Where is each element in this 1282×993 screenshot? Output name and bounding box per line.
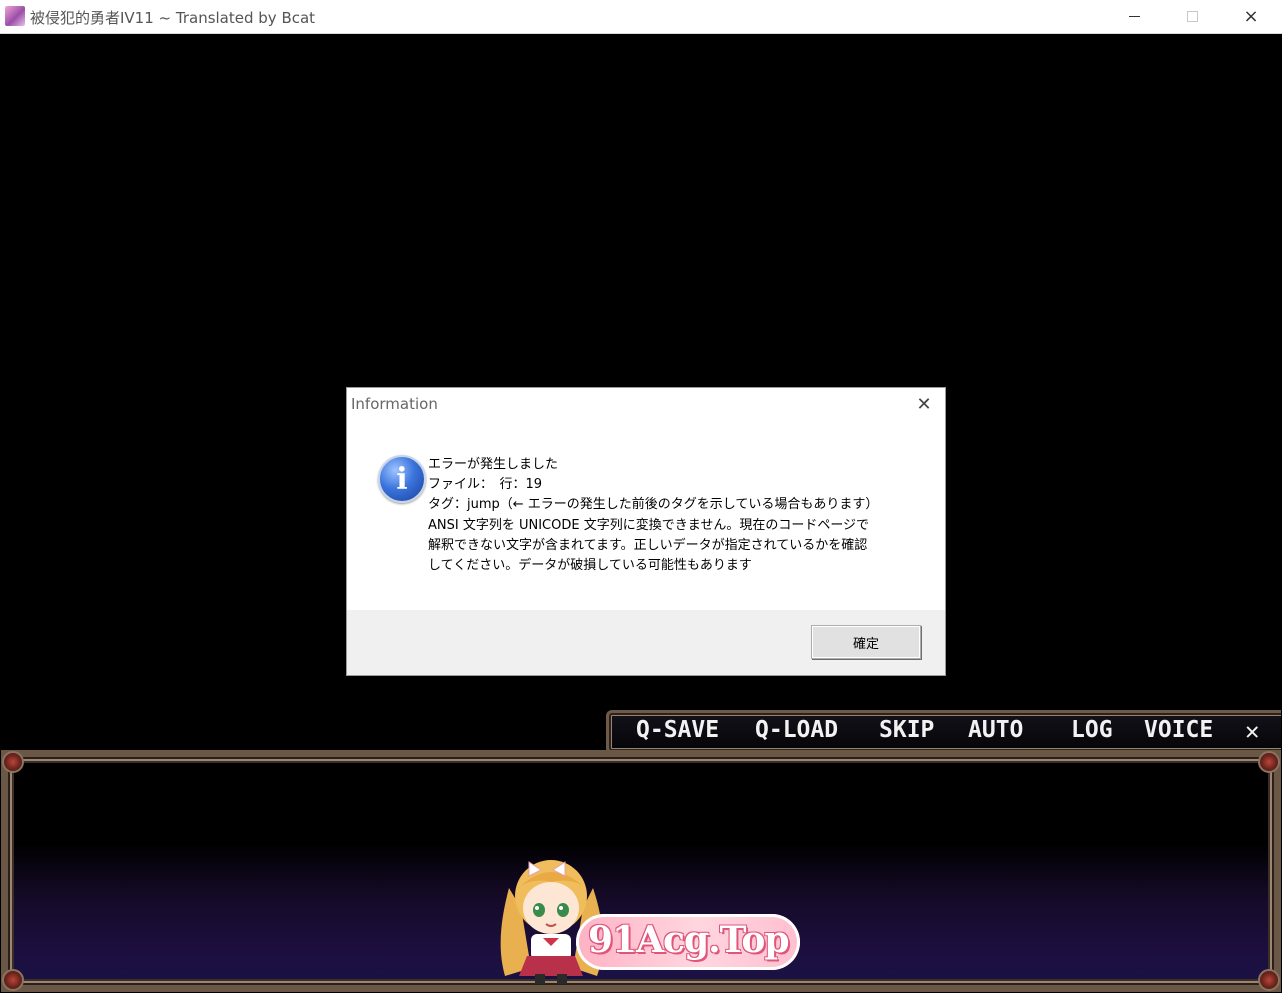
message-line: タグ：jump（← エラーの発生した前後のタグを示している場合もあります） [428, 497, 879, 513]
window-close-button[interactable]: × [1222, 0, 1280, 33]
dialog-title: Information [351, 395, 438, 413]
app-icon [5, 6, 25, 26]
quick-save-button[interactable]: Q-SAVE [636, 717, 719, 743]
dialog-message: エラーが発生しました ファイル： 行：19 タグ：jump（← エラーの発生した… [428, 455, 928, 576]
message-line: ANSI 文字列を UNICODE 文字列に変換できません。現在のコードページで [428, 517, 870, 533]
minimize-button[interactable] [1105, 0, 1163, 33]
minimize-icon [1128, 16, 1140, 17]
message-line: してください。データが破損している可能性もあります [428, 558, 752, 574]
message-line: エラーが発生しました [428, 457, 559, 472]
watermark-text: 91Acg.Top [588, 919, 789, 961]
watermark-badge: 91Acg.Top [576, 914, 800, 970]
log-button[interactable]: LOG [1071, 717, 1113, 743]
auto-button[interactable]: AUTO [968, 717, 1023, 743]
hide-menu-close-icon[interactable]: ✕ [1245, 717, 1259, 745]
maximize-icon [1186, 11, 1198, 22]
message-line: ファイル： 行：19 [428, 477, 543, 493]
frame-corner-ornament [1258, 969, 1280, 991]
dialog-footer: 確定 [347, 610, 945, 675]
quick-load-button[interactable]: Q-LOAD [755, 717, 838, 743]
voice-button[interactable]: VOICE [1144, 717, 1213, 743]
window-titlebar: 被侵犯的勇者IV11 ~ Translated by Bcat × [0, 0, 1282, 34]
message-line: 解釈できない文字が含まれてます。正しいデータが指定されているかを確認 [428, 537, 868, 553]
information-dialog: Information ✕ i エラーが発生しました ファイル： 行：19 タグ… [347, 388, 945, 675]
quick-menu-bar: Q-SAVE Q-LOAD SKIP AUTO LOG VOICE ✕ [606, 710, 1281, 754]
frame-corner-ornament [2, 969, 24, 991]
frame-corner-ornament [2, 751, 24, 773]
skip-button[interactable]: SKIP [879, 717, 934, 743]
dialog-close-icon[interactable]: ✕ [913, 394, 935, 415]
info-icon: i [378, 455, 426, 503]
frame-corner-ornament [1258, 751, 1280, 773]
ok-button[interactable]: 確定 [811, 625, 921, 659]
maximize-button[interactable] [1163, 0, 1221, 33]
window-title: 被侵犯的勇者IV11 ~ Translated by Bcat [30, 9, 316, 27]
